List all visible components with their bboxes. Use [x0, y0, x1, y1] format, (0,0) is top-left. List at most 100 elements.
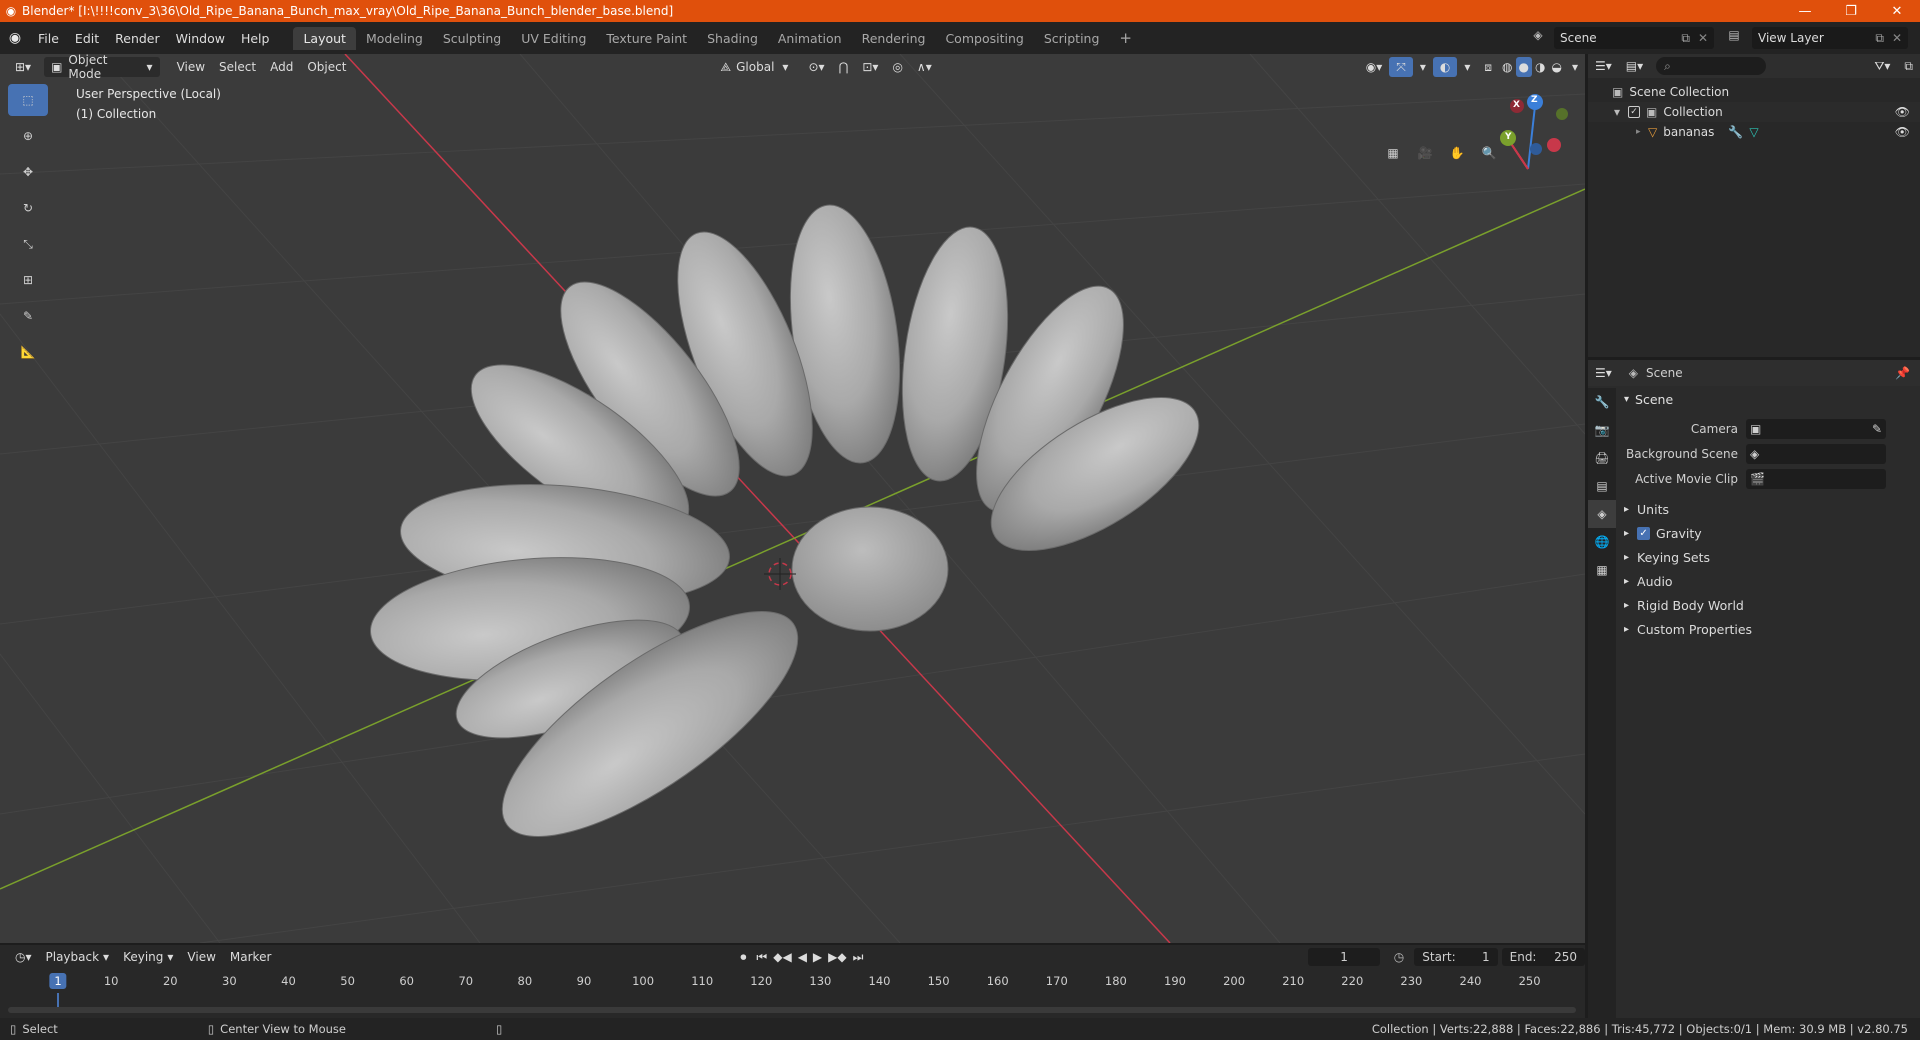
zoom-icon[interactable]: 🔍 — [1476, 140, 1502, 166]
jump-end-icon[interactable]: ⏭ — [850, 947, 867, 967]
gravity-subpanel[interactable]: ▸ ✓ Gravity — [1618, 521, 1918, 545]
gizmo-toggle-icon[interactable]: ⤧ — [1389, 57, 1413, 77]
eyedropper-icon[interactable]: ✎ — [1872, 422, 1882, 436]
current-frame-indicator[interactable]: 1 — [49, 973, 67, 989]
remove-view-layer-icon[interactable]: ✕ — [1892, 31, 1902, 45]
blender-menu-icon[interactable]: ◉ — [0, 30, 30, 46]
view-layer-browse-icon[interactable]: ▤ — [1724, 28, 1744, 42]
movie-clip-field[interactable]: 🎬 — [1746, 468, 1886, 489]
timeline-editor-icon[interactable]: ◷▾ — [8, 947, 39, 967]
menu-add[interactable]: Add — [263, 57, 300, 77]
overlays-dropdown-icon[interactable]: ▾ — [1457, 57, 1477, 77]
annotate-tool-icon[interactable]: ✎ — [8, 300, 48, 332]
background-scene-field[interactable]: ◈ — [1746, 443, 1886, 464]
move-tool-icon[interactable]: ✥ — [8, 156, 48, 188]
tab-uv-editing[interactable]: UV Editing — [511, 27, 596, 50]
menu-view[interactable]: View — [170, 57, 212, 77]
outliner-editor-icon[interactable]: ☰▾ — [1588, 56, 1619, 76]
scale-tool-icon[interactable]: ⤡ — [8, 228, 48, 260]
scene-tab-icon[interactable]: ◈ — [1588, 500, 1616, 528]
outliner-item-scene-collection[interactable]: ▣ Scene Collection — [1588, 82, 1920, 102]
properties-editor-icon[interactable]: ☰▾ — [1588, 363, 1619, 383]
gizmo-dropdown-icon[interactable]: ▾ — [1413, 57, 1433, 77]
timeline-ruler[interactable]: 1 10 20 30 40 50 60 70 80 90 100 110 120 130 140 150 160… — [0, 971, 1585, 993]
new-collection-icon[interactable]: ⧉ — [1897, 56, 1920, 76]
menu-select[interactable]: Select — [212, 57, 263, 77]
tab-modeling[interactable]: Modeling — [356, 27, 433, 50]
custom-properties-subpanel[interactable]: ▸ Custom Properties — [1618, 617, 1918, 641]
rigid-body-world-subpanel[interactable]: ▸ Rigid Body World — [1618, 593, 1918, 617]
overlays-icon[interactable]: ◐ — [1432, 57, 1458, 77]
camera-field[interactable]: ▣ ✎ — [1746, 418, 1886, 439]
next-keyframe-icon[interactable]: ▶◆ — [825, 947, 849, 967]
pan-hand-icon[interactable]: ✋ — [1444, 140, 1470, 166]
expand-arrow-icon[interactable]: ▾ — [1614, 105, 1628, 119]
view-layer-tab-icon[interactable]: ▤ — [1588, 472, 1616, 500]
view-layer-selector[interactable]: View Layer ⧉ ✕ — [1752, 27, 1908, 49]
visibility-icon[interactable]: ◉▾ — [1359, 57, 1390, 77]
menu-window[interactable]: Window — [168, 31, 233, 46]
mesh-data-icon[interactable]: ▽ — [1749, 125, 1758, 139]
timeline-scrollbar[interactable] — [8, 1007, 1576, 1013]
pivot-point-icon[interactable]: ⊙▾ — [801, 57, 831, 77]
prev-keyframe-icon[interactable]: ◆◀ — [770, 947, 794, 967]
cursor-tool-icon[interactable]: ⊕ — [8, 120, 48, 152]
tool-tab-icon[interactable]: 🔧 — [1588, 388, 1616, 416]
record-button-icon[interactable]: ⏺ — [733, 947, 753, 967]
solid-shading-icon[interactable]: ● — [1515, 57, 1532, 77]
snap-target-icon[interactable]: ⊡▾ — [855, 57, 885, 77]
menu-marker[interactable]: Marker — [223, 947, 278, 967]
modifier-wrench-icon[interactable]: 🔧 — [1728, 125, 1743, 139]
preview-range-icon[interactable]: ◷ — [1394, 950, 1404, 964]
tab-compositing[interactable]: Compositing — [935, 27, 1033, 50]
play-reverse-icon[interactable]: ◀ — [795, 947, 810, 967]
exclude-checkbox[interactable]: ✓ — [1628, 106, 1640, 118]
outliner-item-bananas[interactable]: ▸ ▽ bananas 🔧 ▽ 👁 — [1588, 122, 1920, 142]
tab-texture-paint[interactable]: Texture Paint — [596, 27, 697, 50]
filter-icon[interactable]: ⛛▾ — [1867, 56, 1897, 76]
camera-view-icon[interactable]: 🎥 — [1412, 140, 1438, 166]
render-tab-icon[interactable]: 📷 — [1588, 416, 1616, 444]
tab-rendering[interactable]: Rendering — [852, 27, 936, 50]
menu-edit[interactable]: Edit — [67, 31, 107, 46]
material-shading-icon[interactable]: ◑ — [1532, 57, 1548, 77]
keying-sets-subpanel[interactable]: ▸ Keying Sets — [1618, 545, 1918, 569]
proportional-edit-icon[interactable]: ◎ — [885, 57, 909, 77]
snap-icon[interactable]: ⋂ — [832, 57, 856, 77]
eye-icon[interactable]: 👁 — [1895, 105, 1910, 119]
menu-file[interactable]: File — [30, 31, 67, 46]
falloff-icon[interactable]: ∧▾ — [910, 57, 939, 77]
xray-icon[interactable]: ⧈ — [1477, 57, 1499, 77]
copy-view-layer-icon[interactable]: ⧉ — [1875, 31, 1884, 46]
measure-tool-icon[interactable]: 📐 — [8, 336, 48, 368]
scene-browse-icon[interactable]: ◈ — [1528, 28, 1548, 42]
play-icon[interactable]: ▶ — [810, 947, 825, 967]
world-tab-icon[interactable]: 🌐 — [1588, 528, 1616, 556]
wireframe-shading-icon[interactable]: ◍ — [1499, 57, 1515, 77]
rendered-shading-icon[interactable]: ◒ — [1548, 57, 1564, 77]
tab-animation[interactable]: Animation — [768, 27, 852, 50]
menu-playback[interactable]: Playback ▾ — [39, 947, 117, 967]
banana-bunch-model[interactable] — [365, 198, 1222, 875]
menu-render[interactable]: Render — [107, 31, 168, 46]
tab-shading[interactable]: Shading — [697, 27, 768, 50]
rotate-tool-icon[interactable]: ↻ — [8, 192, 48, 224]
units-subpanel[interactable]: ▸ Units — [1618, 497, 1918, 521]
tab-sculpting[interactable]: Sculpting — [433, 27, 511, 50]
select-box-tool-icon[interactable]: ⬚ — [8, 84, 48, 116]
menu-object[interactable]: Object — [300, 57, 353, 77]
end-frame-field[interactable]: End: 250 — [1501, 948, 1585, 966]
texture-tab-icon[interactable]: ▦ — [1588, 556, 1616, 584]
scene-panel-header[interactable]: ▾ Scene — [1618, 388, 1918, 410]
display-mode-icon[interactable]: ▤▾ — [1619, 56, 1650, 76]
add-workspace-button[interactable]: + — [1109, 25, 1142, 51]
audio-subpanel[interactable]: ▸ Audio — [1618, 569, 1918, 593]
tab-layout[interactable]: Layout — [293, 26, 356, 50]
outliner-item-collection[interactable]: ▾ ✓ ▣ Collection 👁 — [1588, 102, 1920, 122]
outliner-search-input[interactable]: ⌕ — [1656, 57, 1767, 75]
tab-scripting[interactable]: Scripting — [1034, 27, 1110, 50]
eye-icon[interactable]: 👁 — [1895, 125, 1910, 139]
toggle-perspective-icon[interactable]: ▦ — [1380, 140, 1406, 166]
close-button[interactable]: ✕ — [1874, 0, 1920, 22]
gravity-checkbox[interactable]: ✓ — [1637, 526, 1651, 540]
